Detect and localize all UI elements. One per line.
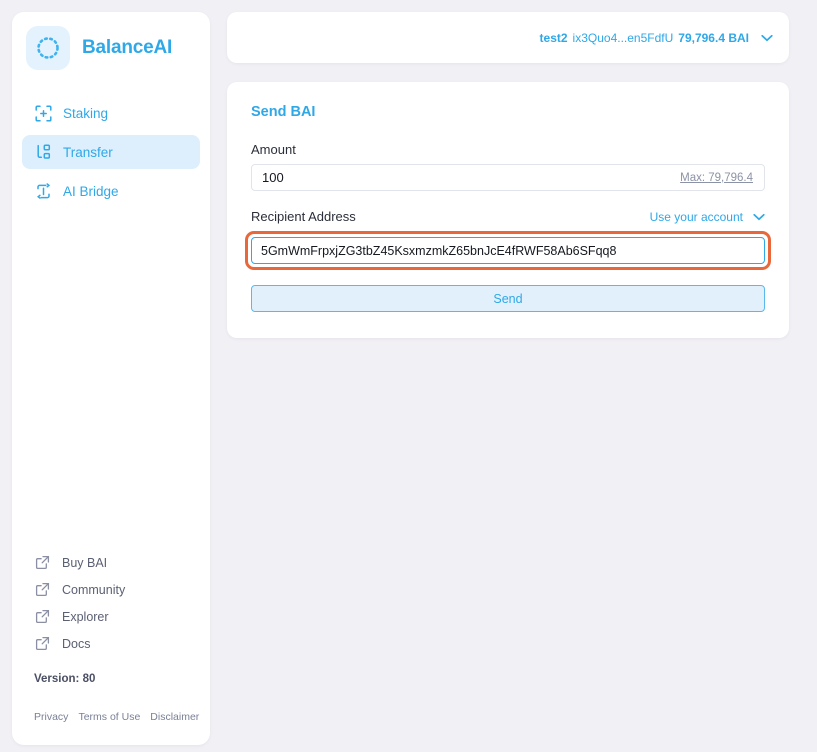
- brand-name: BalanceAI: [82, 37, 173, 58]
- use-your-account-dropdown[interactable]: Use your account: [650, 210, 765, 224]
- legal-link-privacy[interactable]: Privacy: [34, 711, 68, 723]
- brand: BalanceAI: [12, 12, 210, 70]
- external-link-icon: [34, 555, 50, 571]
- use-your-account-label: Use your account: [649, 209, 743, 224]
- sidebar-item-staking[interactable]: Staking: [22, 96, 200, 130]
- sidebar-external-links: Buy BAI Community Explorer Docs: [22, 549, 200, 657]
- account-name: test2: [539, 30, 568, 45]
- external-link-icon: [34, 582, 50, 598]
- external-link-buy-bai[interactable]: Buy BAI: [22, 549, 200, 576]
- amount-label-row: Amount: [251, 142, 765, 157]
- account-bar[interactable]: test2 ix3Quo4...en5FdfU 79,796.4 BAI: [227, 12, 789, 63]
- recipient-address-label: Recipient Address: [251, 209, 356, 224]
- amount-label: Amount: [251, 142, 296, 157]
- sidebar: BalanceAI Staking Transfer AI Bridge Buy…: [12, 12, 210, 745]
- dashed-circle-icon: [37, 37, 59, 59]
- send-button[interactable]: Send: [251, 285, 765, 312]
- sidebar-item-ai-bridge[interactable]: AI Bridge: [22, 174, 200, 208]
- legal-links: Privacy Terms of Use Disclaimer: [34, 711, 199, 723]
- staking-plus-frame-icon: [34, 104, 52, 122]
- recipient-address-highlight: [245, 231, 771, 270]
- max-amount-link[interactable]: Max: 79,796.4: [680, 172, 764, 184]
- transfer-nodes-icon: [34, 143, 52, 161]
- app-logo: [26, 26, 70, 70]
- card-title: Send BAI: [251, 104, 316, 120]
- amount-input-wrap[interactable]: Max: 79,796.4: [251, 164, 765, 191]
- recipient-address-input[interactable]: [252, 238, 764, 263]
- sidebar-item-label: AI Bridge: [63, 183, 119, 199]
- account-address: ix3Quo4...en5FdfU: [572, 30, 674, 45]
- sidebar-item-transfer[interactable]: Transfer: [22, 135, 200, 169]
- external-link-icon: [34, 636, 50, 652]
- chevron-down-icon[interactable]: [761, 34, 773, 42]
- recipient-label-row: Recipient Address Use your account: [251, 209, 765, 224]
- legal-link-disclaimer[interactable]: Disclaimer: [150, 711, 199, 723]
- amount-input[interactable]: [252, 165, 681, 190]
- external-link-explorer[interactable]: Explorer: [22, 603, 200, 630]
- main-content: test2 ix3Quo4...en5FdfU 79,796.4 BAI Sen…: [227, 12, 789, 338]
- legal-link-terms[interactable]: Terms of Use: [78, 711, 140, 723]
- version-label: Version: 80: [34, 673, 96, 685]
- sidebar-item-label: Transfer: [63, 144, 113, 160]
- sidebar-nav: Staking Transfer AI Bridge: [12, 96, 210, 208]
- sidebar-item-label: Staking: [63, 105, 109, 121]
- bridge-refresh-icon: [34, 182, 52, 200]
- recipient-input-wrap[interactable]: [251, 237, 765, 264]
- external-link-label: Docs: [62, 636, 91, 651]
- external-link-icon: [34, 609, 50, 625]
- send-bai-card: Send BAI Amount Max: 79,796.4 Recipient …: [227, 82, 789, 338]
- external-link-docs[interactable]: Docs: [22, 630, 200, 657]
- external-link-community[interactable]: Community: [22, 576, 200, 603]
- account-balance: 79,796.4 BAI: [678, 30, 749, 45]
- external-link-label: Explorer: [62, 609, 109, 624]
- external-link-label: Community: [62, 582, 126, 597]
- external-link-label: Buy BAI: [62, 555, 108, 570]
- chevron-down-icon[interactable]: [753, 213, 765, 221]
